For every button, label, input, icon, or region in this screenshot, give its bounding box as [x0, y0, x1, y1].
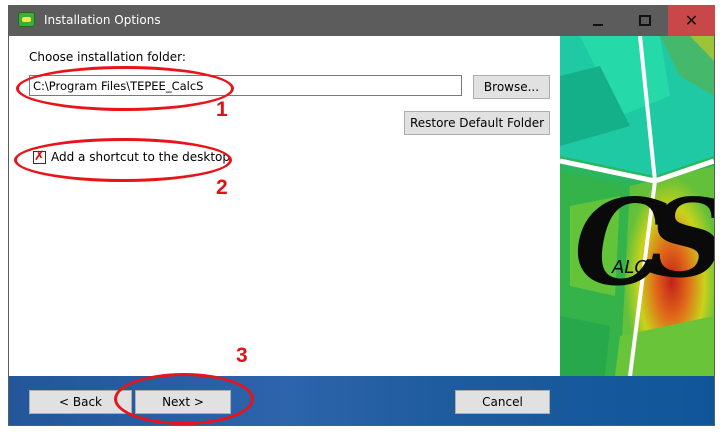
browse-button[interactable]: Browse...	[473, 75, 550, 99]
options-panel: Choose installation folder: Browse... Re…	[9, 36, 560, 376]
logo-letters-alc: ALC	[611, 257, 647, 278]
window-title: Installation Options	[44, 13, 161, 27]
folder-label: Choose installation folder:	[29, 50, 186, 64]
install-path-input[interactable]	[29, 75, 462, 96]
annotation-number-2: 2	[216, 176, 228, 199]
annotation-number-3: 3	[236, 344, 248, 367]
next-button[interactable]: Next >	[135, 390, 231, 414]
close-button[interactable]: ✕	[668, 5, 715, 36]
annotation-number-1: 1	[216, 98, 228, 121]
maximize-button[interactable]	[621, 5, 668, 36]
shortcut-option[interactable]: Add a shortcut to the desktop	[33, 149, 230, 165]
maximize-icon	[638, 15, 651, 26]
installer-window: Installation Options ✕ Choose installati…	[8, 5, 715, 426]
app-icon	[18, 12, 35, 27]
back-button[interactable]: < Back	[29, 390, 132, 414]
close-icon: ✕	[684, 10, 699, 30]
window-client-area: Choose installation folder: Browse... Re…	[9, 36, 714, 425]
calcs-logo-image: C ALC S	[560, 36, 714, 376]
shortcut-label: Add a shortcut to the desktop	[51, 150, 231, 164]
minimize-icon	[592, 23, 603, 26]
title-bar: Installation Options ✕	[8, 5, 715, 36]
logo-letter-s: S	[648, 176, 714, 302]
cancel-button[interactable]: Cancel	[455, 390, 550, 414]
restore-default-folder-button[interactable]: Restore Default Folder	[404, 111, 550, 135]
minimize-button[interactable]	[574, 5, 621, 36]
shortcut-checkbox[interactable]	[33, 149, 46, 164]
